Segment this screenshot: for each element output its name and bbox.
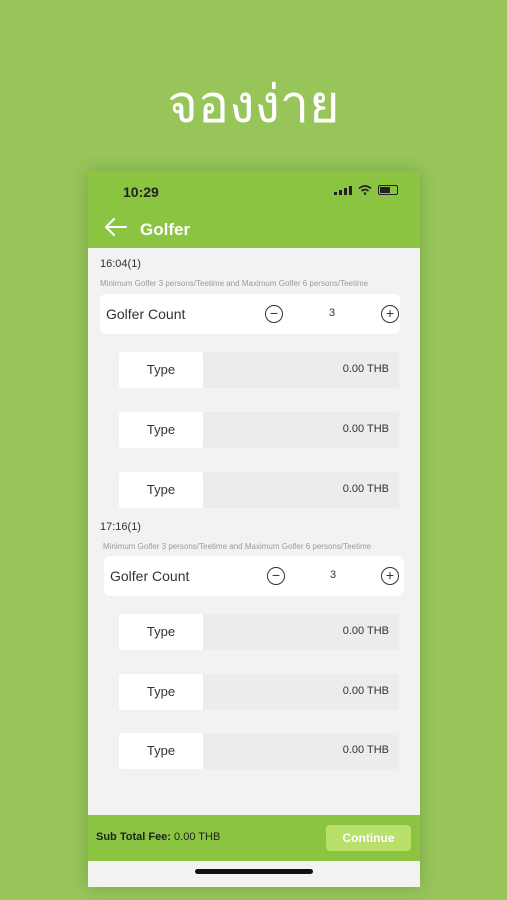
battery-icon <box>378 185 398 195</box>
plus-icon[interactable]: + <box>381 567 399 585</box>
subtotal-value: 0.00 THB <box>174 831 221 843</box>
type-price: 0.00 THB <box>342 744 389 756</box>
type-price: 0.00 THB <box>342 363 389 375</box>
golfer-count-row: Golfer Count − 3 + <box>104 556 404 596</box>
wifi-icon <box>358 185 372 195</box>
top-bar: 10:29 Golfer <box>88 171 420 248</box>
type-row: Type 0.00 THB <box>119 472 399 508</box>
type-button[interactable]: Type <box>119 412 203 448</box>
back-arrow-icon[interactable] <box>104 217 128 237</box>
slot-time: 16:04(1) <box>100 258 141 270</box>
type-button[interactable]: Type <box>119 674 203 710</box>
slot-note: Minimum Golfer 3 persons/Teetime and Max… <box>103 542 372 551</box>
minus-icon[interactable]: − <box>265 305 283 323</box>
type-row: Type 0.00 THB <box>119 352 399 388</box>
type-row: Type 0.00 THB <box>119 674 399 710</box>
type-row: Type 0.00 THB <box>119 614 399 650</box>
phone-screen: 10:29 Golfer 16:04(1) Minimum Golfer 3 p… <box>88 171 420 887</box>
headline: จองง่าย <box>167 75 340 135</box>
home-area <box>88 861 420 887</box>
type-button[interactable]: Type <box>119 472 203 508</box>
golfer-count-row: Golfer Count − 3 + <box>100 294 400 334</box>
plus-icon[interactable]: + <box>381 305 399 323</box>
slot-time: 17:16(1) <box>100 521 141 533</box>
continue-button[interactable]: Continue <box>326 825 411 851</box>
type-row: Type 0.00 THB <box>119 733 399 769</box>
type-price: 0.00 THB <box>342 685 389 697</box>
type-row: Type 0.00 THB <box>119 412 399 448</box>
type-button[interactable]: Type <box>119 352 203 388</box>
signal-icon <box>334 185 352 195</box>
bottom-bar: Sub Total Fee: 0.00 THB Continue <box>88 815 420 861</box>
minus-icon[interactable]: − <box>267 567 285 585</box>
golfer-count-value: 3 <box>328 307 336 319</box>
home-indicator[interactable] <box>195 869 313 874</box>
type-button[interactable]: Type <box>119 733 203 769</box>
golfer-count-label: Golfer Count <box>106 306 186 322</box>
type-price: 0.00 THB <box>342 423 389 435</box>
subtotal-label: Sub Total Fee: <box>96 831 171 843</box>
golfer-content: 16:04(1) Minimum Golfer 3 persons/Teetim… <box>88 248 420 815</box>
golfer-count-label: Golfer Count <box>110 568 190 584</box>
type-button[interactable]: Type <box>119 614 203 650</box>
subtotal: Sub Total Fee: 0.00 THB <box>96 831 220 843</box>
type-price: 0.00 THB <box>342 483 389 495</box>
status-time: 10:29 <box>123 184 159 200</box>
golfer-count-value: 3 <box>329 569 337 581</box>
type-price: 0.00 THB <box>342 625 389 637</box>
slot-note: Minimum Golfer 3 persons/Teetime and Max… <box>100 279 369 288</box>
page-title: Golfer <box>140 220 191 239</box>
status-icons <box>334 185 398 195</box>
